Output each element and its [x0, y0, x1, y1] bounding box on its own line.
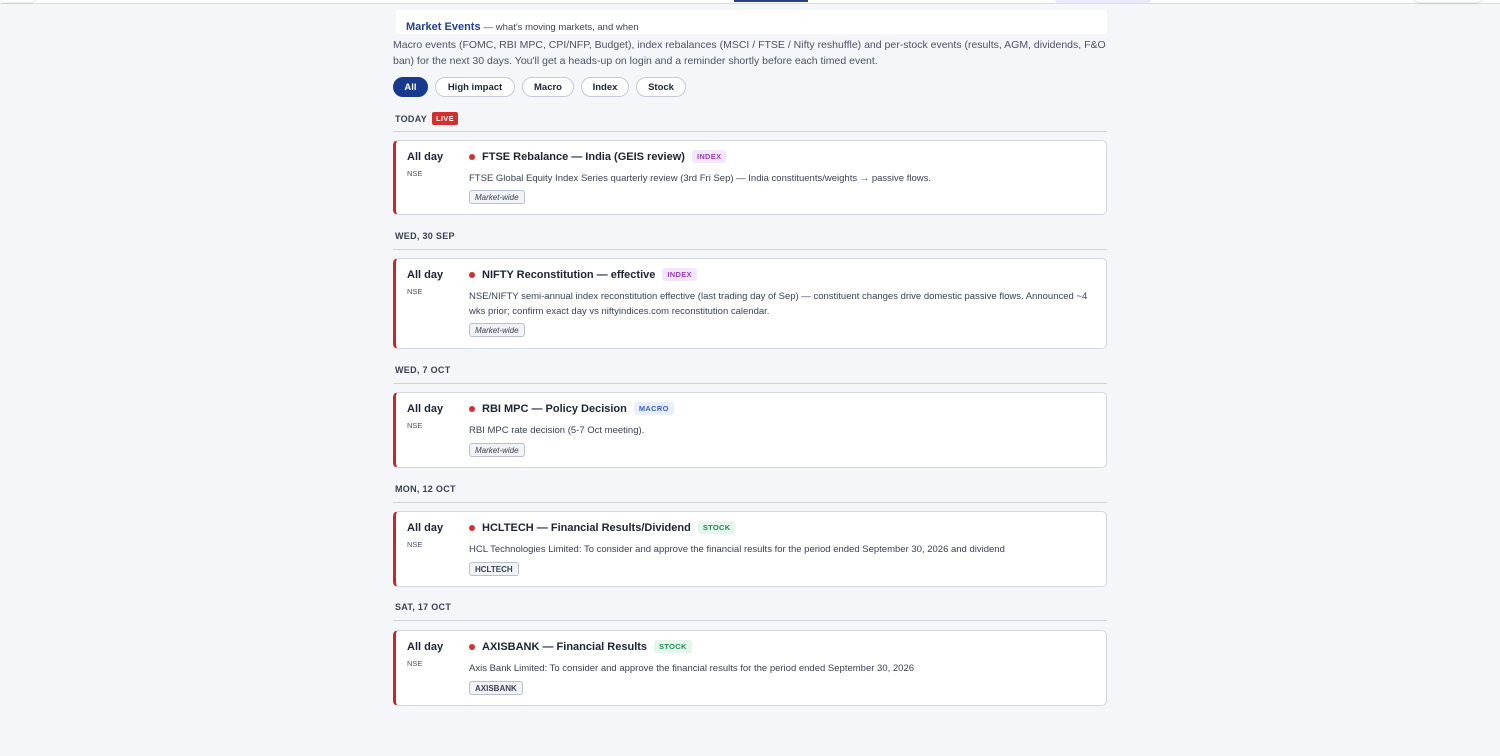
event-time: All day [407, 641, 444, 653]
event-scope-tag: Market-wide [469, 190, 525, 204]
event-scope-tag: Market-wide [469, 323, 525, 337]
filter-macro[interactable]: Macro [522, 77, 574, 97]
day-label-text: TODAY [395, 113, 428, 124]
live-badge: LIVE [432, 112, 458, 125]
event-card[interactable]: All day NSE RBI MPC — Policy Decision MA… [393, 392, 1107, 468]
day-label-date: WED, 30 SEP [395, 231, 455, 241]
page-title: Market Events — what's moving markets, a… [406, 21, 639, 33]
filter-high-impact[interactable]: High impact [435, 77, 515, 97]
event-exchange: NSE [407, 421, 423, 430]
day-label-text: WED, 30 SEP [395, 231, 455, 241]
event-card[interactable]: All day NSE NIFTY Reconstitution — effec… [393, 258, 1107, 349]
page-subtitle: — what's moving markets, and when [483, 22, 639, 33]
event-exchange: NSE [407, 169, 423, 178]
event-type-badge: INDEX [662, 268, 697, 281]
event-scope-tag: Market-wide [469, 443, 525, 457]
event-time: All day [407, 151, 444, 163]
filter-chips: All High impact Macro Index Stock [393, 77, 686, 97]
day-divider [393, 131, 1107, 132]
page-description: Macro events (FOMC, RBI MPC, CPI/NFP, Bu… [393, 39, 1106, 67]
event-description: NSE/NIFTY semi-annual index reconstituti… [469, 291, 1088, 317]
event-description: Axis Bank Limited: To consider and appro… [469, 663, 915, 674]
event-type-badge: STOCK [697, 521, 736, 534]
event-time: All day [407, 522, 444, 534]
event-description: RBI MPC rate decision (5-7 Oct meeting). [469, 425, 645, 436]
event-symbol-tag[interactable]: HCLTECH [469, 562, 519, 576]
filter-index[interactable]: Index [581, 77, 629, 97]
event-type-badge: STOCK [654, 640, 692, 653]
event-title: RBI MPC — Policy Decision [482, 402, 627, 415]
filter-all[interactable]: All [393, 77, 428, 97]
day-label-date: SAT, 17 OCT [395, 602, 451, 612]
day-divider [393, 383, 1107, 384]
day-label-date: MON, 12 OCT [395, 484, 456, 494]
day-divider [393, 502, 1107, 503]
event-card[interactable]: All day NSE HCLTECH — Financial Results/… [393, 511, 1107, 587]
day-divider [393, 249, 1107, 250]
day-divider [393, 620, 1107, 621]
day-label-text: SAT, 17 OCT [395, 602, 452, 612]
top-nav-bar [0, 0, 1500, 4]
event-exchange: NSE [407, 540, 423, 549]
impact-dot-icon [469, 644, 475, 650]
event-exchange: NSE [407, 287, 423, 296]
event-title-row: NIFTY Reconstitution — effective INDEX [482, 268, 697, 281]
day-label-date: WED, 7 OCT [395, 365, 451, 375]
event-title: AXISBANK — Financial Results [482, 640, 648, 653]
event-exchange: NSE [407, 659, 423, 668]
event-title: NIFTY Reconstitution — effective [482, 268, 656, 281]
page-title-text: Market Events [406, 21, 481, 33]
event-description: FTSE Global Equity Index Series quarterl… [469, 173, 931, 184]
impact-dot-icon [469, 272, 475, 278]
day-label-text: MON, 12 OCT [395, 484, 456, 494]
event-time: All day [407, 403, 444, 415]
event-title-row: RBI MPC — Policy Decision MACRO [482, 402, 674, 415]
event-type-badge: MACRO [633, 402, 674, 415]
event-description: HCL Technologies Limited: To consider an… [469, 544, 1005, 555]
event-card[interactable]: All day NSE AXISBANK — Financial Results… [393, 630, 1107, 706]
filter-stock[interactable]: Stock [636, 77, 686, 97]
event-type-badge: INDEX [691, 150, 727, 163]
nav-left-element[interactable] [0, 0, 36, 2]
event-title: FTSE Rebalance — India (GEIS review) [482, 150, 685, 163]
event-title: HCLTECH — Financial Results/Dividend [482, 521, 691, 534]
day-label-text: WED, 7 OCT [395, 365, 451, 375]
impact-dot-icon [469, 406, 475, 412]
nav-right-dropdown[interactable] [1412, 0, 1484, 2]
event-title-row: AXISBANK — Financial Results STOCK [482, 640, 692, 653]
event-time: All day [407, 269, 444, 281]
event-card[interactable]: All day NSE FTSE Rebalance — India (GEIS… [393, 140, 1107, 215]
event-symbol-tag[interactable]: AXISBANK [469, 681, 523, 695]
active-tab-indicator[interactable] [734, 0, 808, 2]
impact-dot-icon [469, 154, 475, 160]
impact-dot-icon [469, 525, 475, 531]
nav-highlight[interactable] [1055, 0, 1151, 3]
event-title-row: HCLTECH — Financial Results/Dividend STO… [482, 521, 736, 534]
day-label-today: TODAY LIVE [395, 112, 458, 125]
event-title-row: FTSE Rebalance — India (GEIS review) IND… [482, 150, 727, 163]
